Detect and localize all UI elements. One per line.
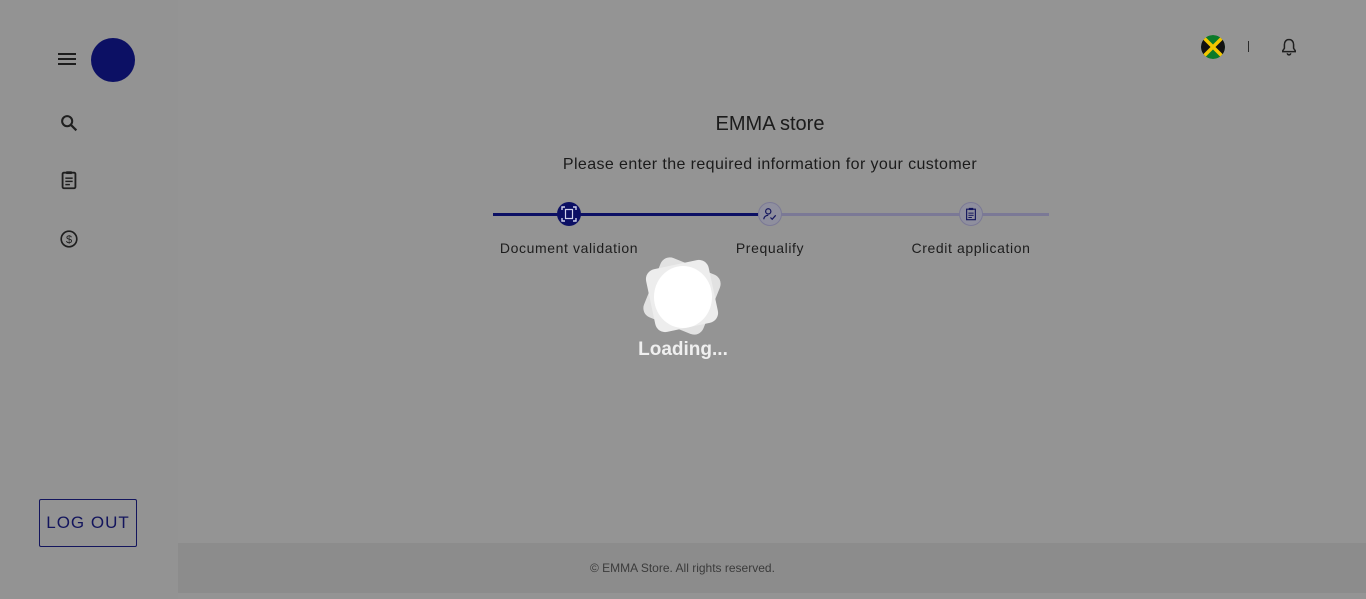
page-subtitle: Please enter the required information fo… bbox=[562, 156, 978, 173]
sidebar: $ LOG OUT bbox=[0, 0, 178, 599]
jamaica-flag-icon[interactable] bbox=[1201, 35, 1225, 59]
page-title: EMMA store bbox=[715, 113, 825, 135]
step-document-validation-icon[interactable] bbox=[557, 202, 581, 226]
topbar-divider bbox=[1248, 41, 1249, 52]
step-label: Prequalify bbox=[735, 240, 805, 256]
logout-button[interactable]: LOG OUT bbox=[39, 499, 137, 547]
avatar[interactable] bbox=[91, 38, 135, 82]
stepper-remaining-track bbox=[758, 213, 1049, 216]
clipboard-icon[interactable] bbox=[58, 169, 80, 191]
search-icon[interactable] bbox=[58, 112, 80, 134]
footer-copyright: © EMMA Store. All rights reserved. bbox=[590, 561, 775, 575]
svg-text:$: $ bbox=[66, 234, 72, 246]
step-label: Credit application bbox=[911, 240, 1031, 256]
step-label: Document validation bbox=[499, 240, 639, 256]
footer: © EMMA Store. All rights reserved. bbox=[178, 543, 1366, 593]
stepper-progress-track bbox=[493, 213, 758, 216]
hamburger-menu-icon[interactable] bbox=[56, 50, 78, 68]
dollar-circle-icon[interactable]: $ bbox=[58, 228, 80, 250]
loading-text: Loading... bbox=[638, 339, 728, 360]
step-prequalify-icon[interactable] bbox=[758, 202, 782, 226]
step-credit-application-icon[interactable] bbox=[959, 202, 983, 226]
bell-icon[interactable] bbox=[1279, 36, 1299, 58]
stepper: Document validation Prequalify Credit ap… bbox=[493, 200, 1049, 260]
loading-spinner bbox=[640, 254, 726, 338]
